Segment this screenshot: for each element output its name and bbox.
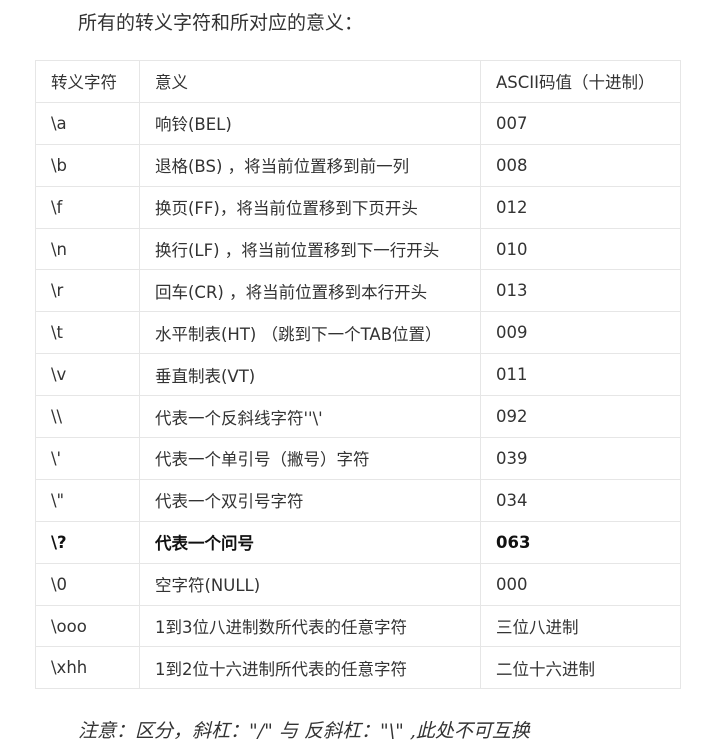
ascii-value-cell: 011 (480, 353, 681, 397)
meaning-cell: 代表一个单引号（撇号）字符 (139, 437, 481, 480)
table-row: \" 代表一个双引号字符 034 (35, 478, 681, 522)
ascii-value-cell: 092 (480, 395, 681, 439)
table-row: \r 回车(CR) ，将当前位置移到本行开头 013 (35, 269, 681, 313)
table-row: \n 换行(LF) ，将当前位置移到下一行开头 010 (35, 227, 681, 271)
escape-char-cell: \t (35, 311, 140, 355)
escape-char-cell: \" (35, 478, 140, 522)
escape-char-cell: \\ (35, 395, 140, 439)
meaning-cell: 1到2位十六进制所代表的任意字符 (139, 646, 481, 690)
escape-char-cell: \0 (35, 562, 140, 606)
meaning-cell: 空字符(NULL) (139, 562, 481, 606)
table-row: \t 水平制表(HT) （跳到下一个TAB位置） 009 (35, 311, 681, 355)
ascii-value-cell: 008 (480, 143, 681, 187)
ascii-value-cell: 063 (480, 520, 681, 564)
escape-char-cell: \' (35, 437, 140, 480)
ascii-value-cell: 010 (480, 227, 681, 271)
escape-char-cell: \xhh (35, 646, 140, 690)
escape-char-cell: \? (35, 520, 140, 564)
ascii-value-cell: 034 (480, 478, 681, 522)
table-row: \\ 代表一个反斜线字符''\' 092 (35, 395, 681, 439)
ascii-value-cell: 二位十六进制 (480, 646, 681, 690)
table-row: \a 响铃(BEL) 007 (35, 101, 681, 145)
meaning-cell: 响铃(BEL) (139, 101, 481, 145)
table-row: \xhh 1到2位十六进制所代表的任意字符 二位十六进制 (35, 646, 681, 690)
meaning-cell: 回车(CR) ，将当前位置移到本行开头 (139, 269, 481, 313)
ascii-value-cell: 三位八进制 (480, 604, 681, 648)
escape-char-cell: \n (35, 227, 140, 271)
meaning-cell: 代表一个问号 (139, 520, 481, 564)
header-meaning: 意义 (139, 60, 481, 103)
table-row: \0 空字符(NULL) 000 (35, 562, 681, 606)
meaning-cell: 代表一个反斜线字符''\' (139, 395, 481, 439)
table-row: \b 退格(BS) ，将当前位置移到前一列 008 (35, 143, 681, 187)
ascii-value-cell: 000 (480, 562, 681, 606)
meaning-cell: 换页(FF)，将当前位置移到下页开头 (139, 185, 481, 229)
ascii-value-cell: 012 (480, 185, 681, 229)
table-header-row: 转义字符 意义 ASCII码值（十进制） (35, 60, 681, 103)
meaning-cell: 1到3位八进制数所代表的任意字符 (139, 604, 481, 648)
footnote: 注意：区分，斜杠："/" 与 反斜杠："\" ,此处不可互换 (78, 720, 530, 742)
escape-char-cell: \ooo (35, 604, 140, 648)
escape-char-cell: \f (35, 185, 140, 229)
meaning-cell: 代表一个双引号字符 (139, 478, 481, 522)
header-escape-char: 转义字符 (35, 60, 140, 103)
escape-char-cell: \a (35, 101, 140, 145)
meaning-cell: 垂直制表(VT) (139, 353, 481, 397)
table-row: \? 代表一个问号 063 (35, 520, 681, 564)
table-row: \f 换页(FF)，将当前位置移到下页开头 012 (35, 185, 681, 229)
table-row: \' 代表一个单引号（撇号）字符 039 (35, 437, 681, 480)
escape-char-cell: \b (35, 143, 140, 187)
ascii-value-cell: 007 (480, 101, 681, 145)
escape-character-table: 转义字符 意义 ASCII码值（十进制） \a 响铃(BEL) 007 \b 退… (35, 60, 681, 690)
table-row: \ooo 1到3位八进制数所代表的任意字符 三位八进制 (35, 604, 681, 648)
escape-char-cell: \r (35, 269, 140, 313)
escape-char-cell: \v (35, 353, 140, 397)
meaning-cell: 换行(LF) ，将当前位置移到下一行开头 (139, 227, 481, 271)
header-ascii-value: ASCII码值（十进制） (480, 60, 681, 103)
meaning-cell: 退格(BS) ，将当前位置移到前一列 (139, 143, 481, 187)
meaning-cell: 水平制表(HT) （跳到下一个TAB位置） (139, 311, 481, 355)
page-heading: 所有的转义字符和所对应的意义： (78, 12, 364, 34)
ascii-value-cell: 013 (480, 269, 681, 313)
ascii-value-cell: 009 (480, 311, 681, 355)
table-row: \v 垂直制表(VT) 011 (35, 353, 681, 397)
ascii-value-cell: 039 (480, 437, 681, 480)
